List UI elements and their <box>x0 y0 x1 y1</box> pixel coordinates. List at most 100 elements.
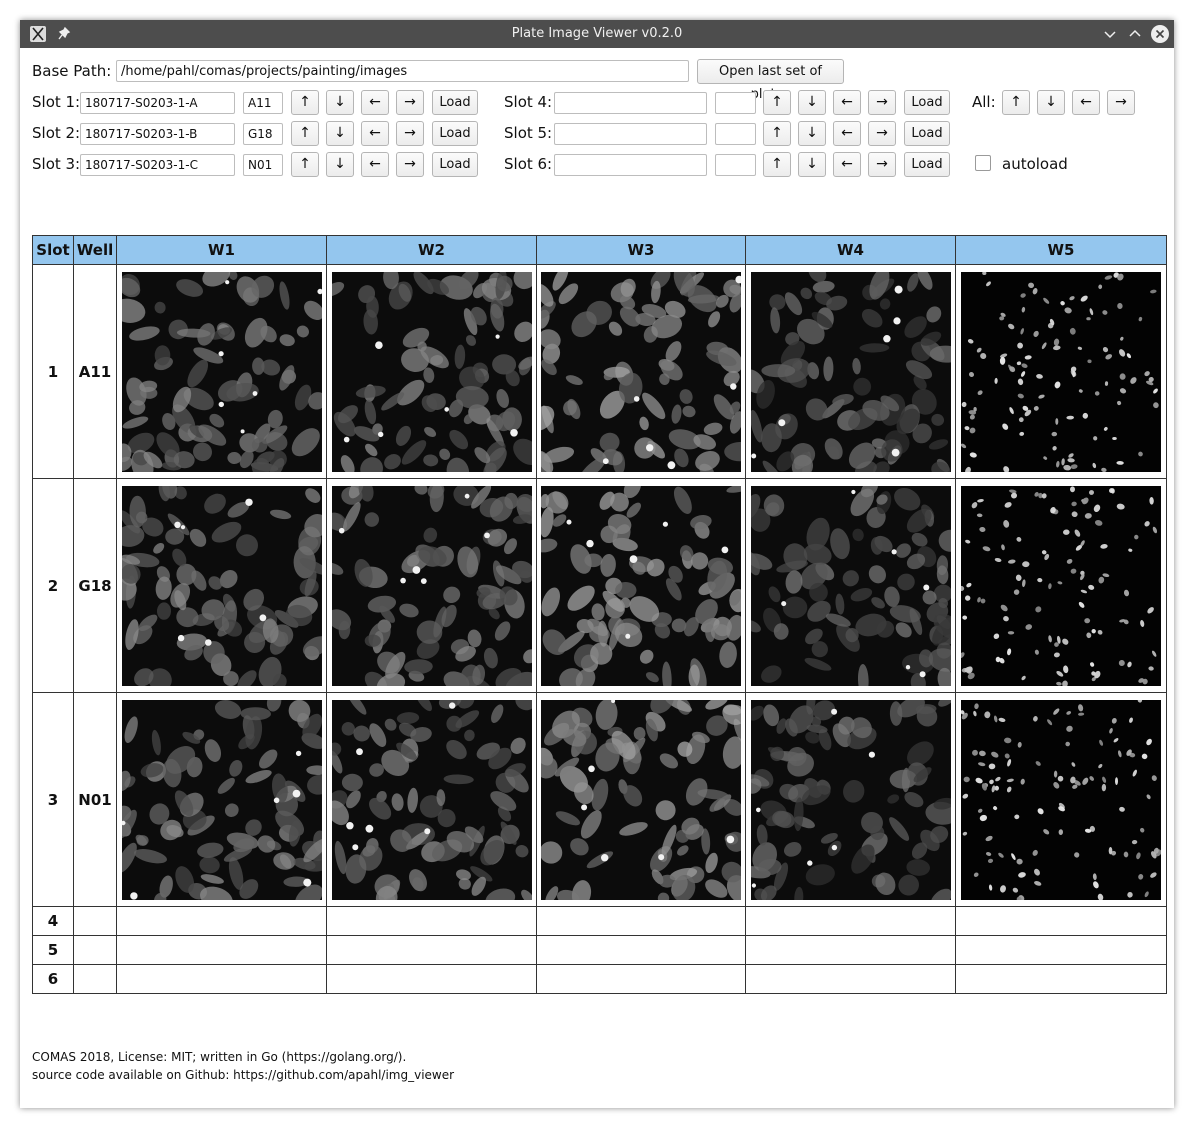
image-cell <box>536 935 746 965</box>
image-cell <box>116 935 327 965</box>
slot-1-load-button[interactable]: Load <box>432 90 478 115</box>
slot-5-well-input[interactable] <box>715 123 756 145</box>
base-path-label: Base Path: <box>32 62 112 80</box>
slot-1-left-button[interactable]: ← <box>361 90 389 115</box>
all-down-button[interactable]: ↓ <box>1037 90 1065 115</box>
slot-6-label: Slot 6: <box>504 155 553 173</box>
microscopy-image <box>961 271 1161 472</box>
slot-1-well-input[interactable] <box>243 92 283 114</box>
slot-4-label: Slot 4: <box>504 93 553 111</box>
slot-3-right-button[interactable]: → <box>396 152 424 177</box>
row-well-cell <box>73 935 117 965</box>
slot-2-well-input[interactable] <box>243 123 283 145</box>
header-w1: W1 <box>116 235 327 265</box>
slot-4-left-button[interactable]: ← <box>833 90 861 115</box>
slot-6-well-input[interactable] <box>715 154 756 176</box>
image-cell <box>536 906 746 936</box>
close-icon[interactable] <box>1151 25 1169 43</box>
slot-4-right-button[interactable]: → <box>868 90 896 115</box>
image-cell <box>116 692 327 907</box>
slot-2-load-button[interactable]: Load <box>432 121 478 146</box>
slot-6-left-button[interactable]: ← <box>833 152 861 177</box>
slot-5-down-button[interactable]: ↓ <box>798 121 826 146</box>
slot-3-down-button[interactable]: ↓ <box>326 152 354 177</box>
slot-3-well-input[interactable] <box>243 154 283 176</box>
image-cell <box>955 692 1167 907</box>
table-row: 6 <box>32 964 1167 994</box>
microscopy-image <box>331 699 532 900</box>
slot-5-load-button[interactable]: Load <box>904 121 950 146</box>
image-grid-table: Slot Well W1 W2 W3 W4 W5 1 A11 2 G18 3 N… <box>32 235 1167 994</box>
image-cell <box>116 478 327 693</box>
slot-1-down-button[interactable]: ↓ <box>326 90 354 115</box>
image-cell <box>955 478 1167 693</box>
table-row: 3 N01 <box>32 692 1167 907</box>
table-row: 5 <box>32 935 1167 965</box>
footer-license-text: COMAS 2018, License: MIT; written in Go … <box>32 1050 407 1064</box>
slot-3-load-button[interactable]: Load <box>432 152 478 177</box>
app-window: Plate Image Viewer v0.2.0 Base Path: Ope… <box>20 20 1174 1108</box>
all-right-button[interactable]: → <box>1107 90 1135 115</box>
all-label: All: <box>972 93 996 111</box>
slot-4-well-input[interactable] <box>715 92 756 114</box>
row-well-cell: N01 <box>73 692 117 907</box>
footer: COMAS 2018, License: MIT; written in Go … <box>32 1048 454 1084</box>
minimize-icon[interactable] <box>1101 25 1119 43</box>
row-well-cell <box>73 906 117 936</box>
slot-4-plate-input[interactable] <box>554 92 707 114</box>
image-cell <box>955 935 1167 965</box>
slot-2-right-button[interactable]: → <box>396 121 424 146</box>
slot-4-load-button[interactable]: Load <box>904 90 950 115</box>
slot-2-plate-input[interactable] <box>80 123 235 145</box>
header-well: Well <box>73 235 117 265</box>
slot-1-plate-input[interactable] <box>80 92 235 114</box>
slot-6-load-button[interactable]: Load <box>904 152 950 177</box>
table-row: 2 G18 <box>32 478 1167 693</box>
row-slot-cell: 5 <box>32 935 74 965</box>
row-slot-cell: 4 <box>32 906 74 936</box>
microscopy-image <box>331 271 532 472</box>
base-path-input[interactable] <box>116 60 689 82</box>
all-up-button[interactable]: ↑ <box>1002 90 1030 115</box>
table-header-row: Slot Well W1 W2 W3 W4 W5 <box>32 235 1167 265</box>
image-cell <box>326 906 537 936</box>
slot-6-plate-input[interactable] <box>554 154 707 176</box>
slot-6-down-button[interactable]: ↓ <box>798 152 826 177</box>
maximize-icon[interactable] <box>1126 25 1144 43</box>
slot-4-down-button[interactable]: ↓ <box>798 90 826 115</box>
image-cell <box>745 264 956 479</box>
header-w3: W3 <box>536 235 746 265</box>
microscopy-image <box>750 271 951 472</box>
image-cell <box>745 906 956 936</box>
slot-2-left-button[interactable]: ← <box>361 121 389 146</box>
slot-5-right-button[interactable]: → <box>868 121 896 146</box>
slot-3-plate-input[interactable] <box>80 154 235 176</box>
slot-6-up-button[interactable]: ↑ <box>763 152 791 177</box>
row-slot-cell: 2 <box>32 478 74 693</box>
slot-3-up-button[interactable]: ↑ <box>291 152 319 177</box>
slot-3-left-button[interactable]: ← <box>361 152 389 177</box>
microscopy-image <box>121 699 322 900</box>
slot-2-down-button[interactable]: ↓ <box>326 121 354 146</box>
slot-5-left-button[interactable]: ← <box>833 121 861 146</box>
all-left-button[interactable]: ← <box>1072 90 1100 115</box>
slot-2-up-button[interactable]: ↑ <box>291 121 319 146</box>
autoload-label: autoload <box>1002 155 1068 173</box>
slot-1-up-button[interactable]: ↑ <box>291 90 319 115</box>
autoload-checkbox[interactable] <box>975 155 991 171</box>
slot-5-label: Slot 5: <box>504 124 553 142</box>
slot-5-plate-input[interactable] <box>554 123 707 145</box>
image-cell <box>745 478 956 693</box>
image-cell <box>745 692 956 907</box>
slot-1-right-button[interactable]: → <box>396 90 424 115</box>
image-cell <box>326 478 537 693</box>
image-cell <box>745 964 956 994</box>
slot-4-up-button[interactable]: ↑ <box>763 90 791 115</box>
table-row: 4 <box>32 906 1167 936</box>
slot-2-label: Slot 2: <box>32 124 81 142</box>
microscopy-image <box>750 485 951 686</box>
open-last-plates-button[interactable]: Open last set of plates <box>697 59 844 102</box>
slot-5-up-button[interactable]: ↑ <box>763 121 791 146</box>
header-w5: W5 <box>955 235 1167 265</box>
slot-6-right-button[interactable]: → <box>868 152 896 177</box>
